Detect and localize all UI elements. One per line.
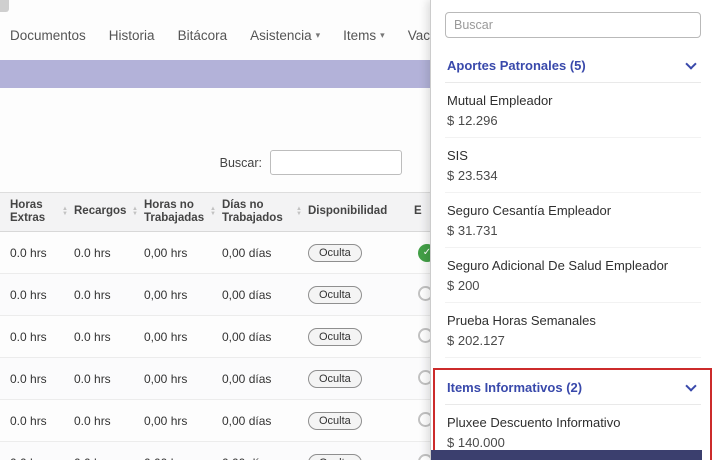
- status-badge: Oculta: [308, 370, 362, 388]
- next-section-partial[interactable]: [431, 450, 702, 460]
- sort-icon: ▲▼: [62, 207, 68, 217]
- sort-icon: ▲▼: [296, 207, 302, 217]
- list-item[interactable]: Mutual Empleador $ 12.296: [445, 83, 701, 138]
- chevron-down-icon: ▾: [380, 31, 385, 40]
- col-dias-no-trabajados[interactable]: Días no Trabajados▲▼: [222, 193, 308, 231]
- tab-stub: [0, 0, 9, 12]
- status-badge: Oculta: [308, 412, 362, 430]
- chevron-down-icon: [685, 58, 696, 69]
- nav-historia[interactable]: Historia: [109, 28, 155, 43]
- nav-items[interactable]: Items▾: [343, 28, 385, 43]
- nav-bitacora[interactable]: Bitácora: [178, 28, 228, 43]
- chevron-down-icon: ▾: [316, 31, 321, 40]
- col-disponibilidad[interactable]: Disponibilidad: [308, 193, 414, 231]
- list-item[interactable]: Seguro Adicional De Salud Empleador $ 20…: [445, 248, 701, 303]
- status-badge: Oculta: [308, 454, 362, 460]
- sort-icon: ▲▼: [132, 207, 138, 217]
- nav-asistencia[interactable]: Asistencia▾: [250, 28, 320, 43]
- status-badge: Oculta: [308, 244, 362, 262]
- table-search-input[interactable]: [270, 150, 402, 175]
- col-horas-extras[interactable]: Horas Extras▲▼: [10, 193, 74, 231]
- panel-search-input[interactable]: [445, 12, 701, 38]
- list-item[interactable]: Prueba Horas Semanales $ 202.127: [445, 303, 701, 358]
- status-badge: Oculta: [308, 328, 362, 346]
- status-badge: Oculta: [308, 286, 362, 304]
- table-search-row: Buscar:: [0, 150, 430, 175]
- sort-icon: ▲▼: [210, 207, 216, 217]
- col-horas-no-trabajadas[interactable]: Horas no Trabajadas▲▼: [144, 193, 222, 231]
- section-items-informativos[interactable]: Items Informativos (2): [445, 372, 701, 405]
- list-item[interactable]: SIS $ 23.534: [445, 138, 701, 193]
- chevron-down-icon: [685, 380, 696, 391]
- list-item[interactable]: Seguro Cesantía Empleador $ 31.731: [445, 193, 701, 248]
- section-aportes-patronales[interactable]: Aportes Patronales (5): [445, 50, 701, 83]
- nav-documentos[interactable]: Documentos: [10, 28, 86, 43]
- table-search-label: Buscar:: [220, 156, 262, 170]
- items-dropdown-panel: Aportes Patronales (5) Mutual Empleador …: [430, 0, 717, 460]
- col-recargos[interactable]: Recargos▲▼: [74, 193, 144, 231]
- highlight-box: Items Informativos (2) Pluxee Descuento …: [433, 368, 712, 460]
